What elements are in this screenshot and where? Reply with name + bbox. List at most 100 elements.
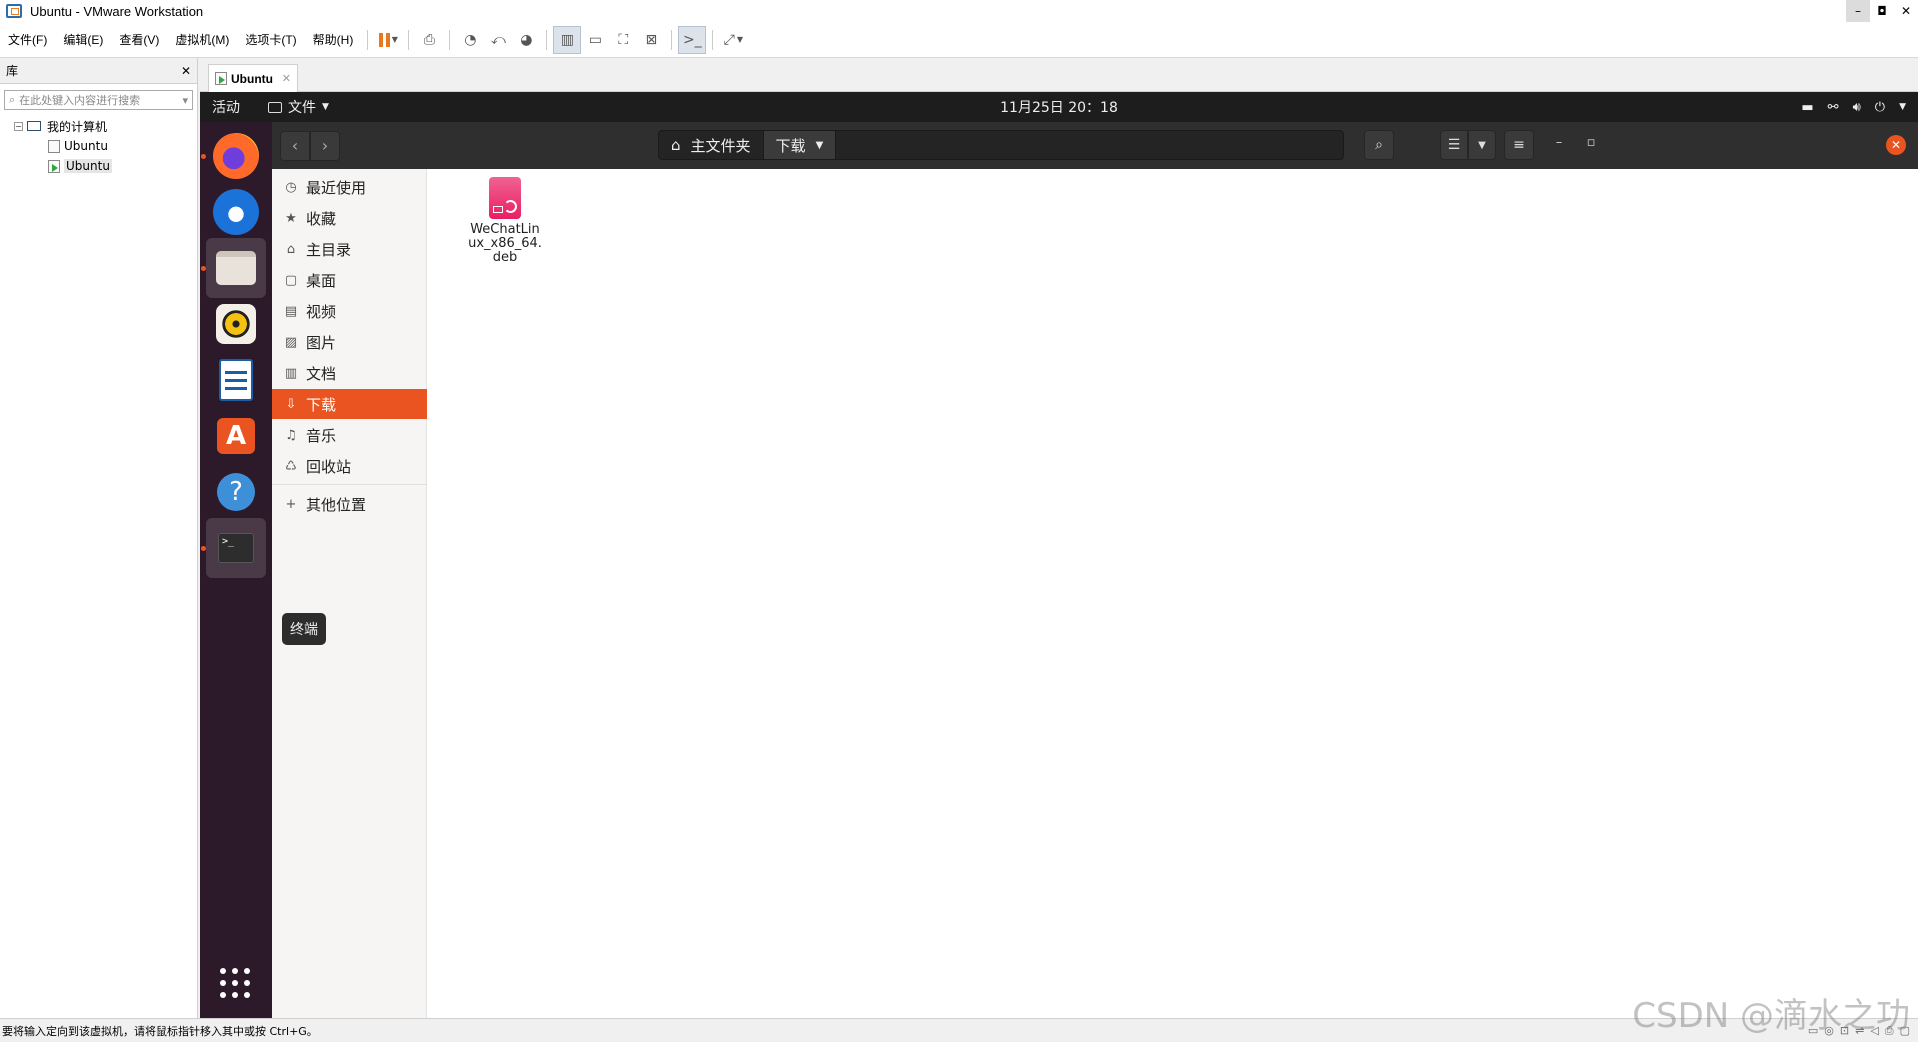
desktop-icon: ▢ [284, 272, 298, 288]
dock-thunderbird[interactable] [206, 182, 266, 242]
dock-files[interactable] [206, 238, 266, 298]
status-bar: 要将输入定向到该虚拟机，请将鼠标指针移入其中或按 Ctrl+G。 ▭ ◎ ⊡ ⇌… [0, 1018, 1918, 1042]
close-window-button[interactable]: ✕ [1886, 135, 1906, 155]
watermark: CSDN @滴水之功 [1632, 996, 1910, 1036]
breadcrumb-label: 主文件夹 [690, 136, 751, 155]
dock-libreoffice-writer[interactable] [206, 350, 266, 410]
main-menu-button[interactable]: ≡ [1504, 130, 1534, 160]
firefox-icon [213, 133, 259, 179]
vm-screen[interactable]: 活动 文件 ▼ 11月25日 20：18 ▬ ⚯ 🔊︎ ⏻ ▼ A ? >_ ‹… [200, 92, 1918, 1018]
sidebar-item-label: 图片 [306, 333, 337, 352]
dock: A ? >_ [200, 122, 272, 1018]
dock-tooltip: 终端 [282, 613, 326, 645]
dock-help[interactable]: ? [206, 462, 266, 522]
forward-button[interactable]: › [310, 130, 340, 161]
menu-edit[interactable]: 编辑(E) [55, 31, 111, 48]
search-button[interactable]: ⌕ [1364, 130, 1394, 160]
sidebar-item-label: 主目录 [306, 240, 352, 259]
sidebar-item-music[interactable]: ♫ 音乐 [272, 420, 427, 450]
sidebar-item-starred[interactable]: ★ 收藏 [272, 203, 427, 233]
writer-icon [219, 359, 253, 401]
back-button[interactable]: ‹ [280, 130, 310, 161]
pause-button[interactable]: ▼ [374, 26, 402, 54]
collapse-icon[interactable]: − [14, 121, 23, 131]
menu-vm[interactable]: 虚拟机(M) [167, 31, 237, 48]
show-applications-icon[interactable] [220, 968, 250, 998]
system-tray[interactable]: ▬ ⚯ 🔊︎ ⏻ ▼ [1801, 100, 1906, 115]
show-thumbnail-button[interactable]: ▭ [581, 26, 609, 54]
sidebar-item-downloads[interactable]: ⇩ 下载 [272, 389, 427, 419]
rhythmbox-icon [216, 304, 256, 344]
stretch-button[interactable]: ⤢ ▼ [719, 26, 747, 54]
tab-strip: Ubuntu ✕ [200, 58, 1918, 92]
menu-tabs[interactable]: 选项卡(T) [237, 31, 304, 48]
revert-snapshot-button[interactable]: ⤺ [484, 26, 512, 54]
toolbar-separator [712, 29, 714, 50]
minimize-button[interactable]: – [1846, 0, 1870, 22]
software-icon: A [217, 418, 255, 454]
sidebar-item-label: 桌面 [306, 271, 337, 290]
sidebar-item-other-locations[interactable]: + 其他位置 [272, 489, 427, 519]
library-search-input[interactable]: ⌕ 在此处键入内容进行搜索 ▾ [4, 90, 193, 110]
menu-help[interactable]: 帮助(H) [305, 31, 362, 48]
vm-running-icon [48, 159, 60, 173]
nav-buttons: ‹ › [280, 130, 340, 161]
tree-item-vm[interactable]: Ubuntu [0, 136, 197, 156]
chevron-down-icon: ▼ [322, 102, 329, 112]
show-library-button[interactable]: ▥ [553, 25, 582, 54]
app-menu[interactable]: 文件 ▼ [268, 97, 329, 117]
tab-label: Ubuntu [231, 71, 273, 86]
sidebar-item-trash[interactable]: ♺ 回收站 [272, 451, 427, 481]
chevron-down-icon[interactable]: ▾ [182, 94, 188, 107]
breadcrumb-downloads[interactable]: 下载 ▼ [762, 131, 837, 159]
tree-item-vm-running[interactable]: Ubuntu [0, 156, 197, 176]
snapshot-manager-button[interactable]: ◕ [512, 26, 540, 54]
sidebar-item-recent[interactable]: ◷ 最近使用 [272, 172, 427, 202]
minimize-window-button[interactable]: – [1549, 135, 1569, 150]
close-button[interactable]: ✕ [1894, 0, 1918, 22]
tab-ubuntu[interactable]: Ubuntu ✕ [208, 64, 298, 92]
maximize-button[interactable]: ◘ [1870, 0, 1894, 22]
file-view[interactable]: WeChatLin ux_x86_64. deb [427, 169, 1918, 1018]
sidebar-item-pictures[interactable]: ▨ 图片 [272, 327, 427, 357]
breadcrumb-home[interactable]: ⌂ 主文件夹 [659, 131, 763, 159]
gnome-topbar: 活动 文件 ▼ 11月25日 20：18 ▬ ⚯ 🔊︎ ⏻ ▼ [200, 92, 1918, 122]
files-icon [216, 251, 256, 285]
library-icon: ▥ [560, 31, 574, 48]
network-icon: ⚯ [1827, 99, 1839, 115]
activities-button[interactable]: 活动 [212, 97, 268, 117]
view-list-button[interactable]: ☰ [1440, 130, 1468, 160]
sidebar-item-label: 收藏 [306, 209, 337, 228]
menu-file[interactable]: 文件(F) [0, 31, 55, 48]
thunderbird-icon [213, 189, 259, 235]
dock-firefox[interactable] [206, 126, 266, 186]
clock[interactable]: 11月25日 20：18 [200, 97, 1918, 117]
unity-button[interactable]: ⊠ [637, 26, 665, 54]
trash-icon: ♺ [285, 458, 297, 474]
console-view-button[interactable]: >_ [678, 25, 707, 54]
sidebar-item-documents[interactable]: ▥ 文档 [272, 358, 427, 388]
dock-terminal[interactable]: >_ [206, 518, 266, 578]
library-panel: 库 ✕ ⌕ 在此处键入内容进行搜索 ▾ − 我的计算机 Ubuntu Ubunt… [0, 58, 198, 1018]
send-ctrl-alt-del-button[interactable]: ⎙ [415, 26, 443, 54]
tab-close-icon[interactable]: ✕ [282, 72, 291, 85]
sidebar-item-videos[interactable]: ▤ 视频 [272, 296, 427, 326]
file-item[interactable]: WeChatLin ux_x86_64. deb [467, 177, 543, 265]
library-close-icon[interactable]: ✕ [181, 64, 191, 78]
toolbar-separator [671, 29, 673, 50]
dock-ubuntu-software[interactable]: A [206, 406, 266, 466]
maximize-window-button[interactable]: ▫ [1581, 135, 1601, 150]
sidebar-item-label: 回收站 [306, 457, 352, 476]
dock-rhythmbox[interactable] [206, 294, 266, 354]
sidebar-item-desktop[interactable]: ▢ 桌面 [272, 265, 427, 295]
sidebar-item-label: 音乐 [306, 426, 337, 445]
sidebar-item-home[interactable]: ⌂ 主目录 [272, 234, 427, 264]
snapshot-button[interactable]: ◔ [456, 26, 484, 54]
view-options-button[interactable]: ▼ [1468, 130, 1496, 160]
file-name-line: deb [492, 250, 518, 265]
tree-item-my-computer[interactable]: − 我的计算机 [0, 116, 197, 136]
full-screen-button[interactable]: ⛶ [609, 26, 637, 54]
menu-view[interactable]: 查看(V) [111, 31, 167, 48]
sidebar-item-label: 下载 [306, 395, 337, 414]
toolbar-separator [367, 29, 369, 50]
